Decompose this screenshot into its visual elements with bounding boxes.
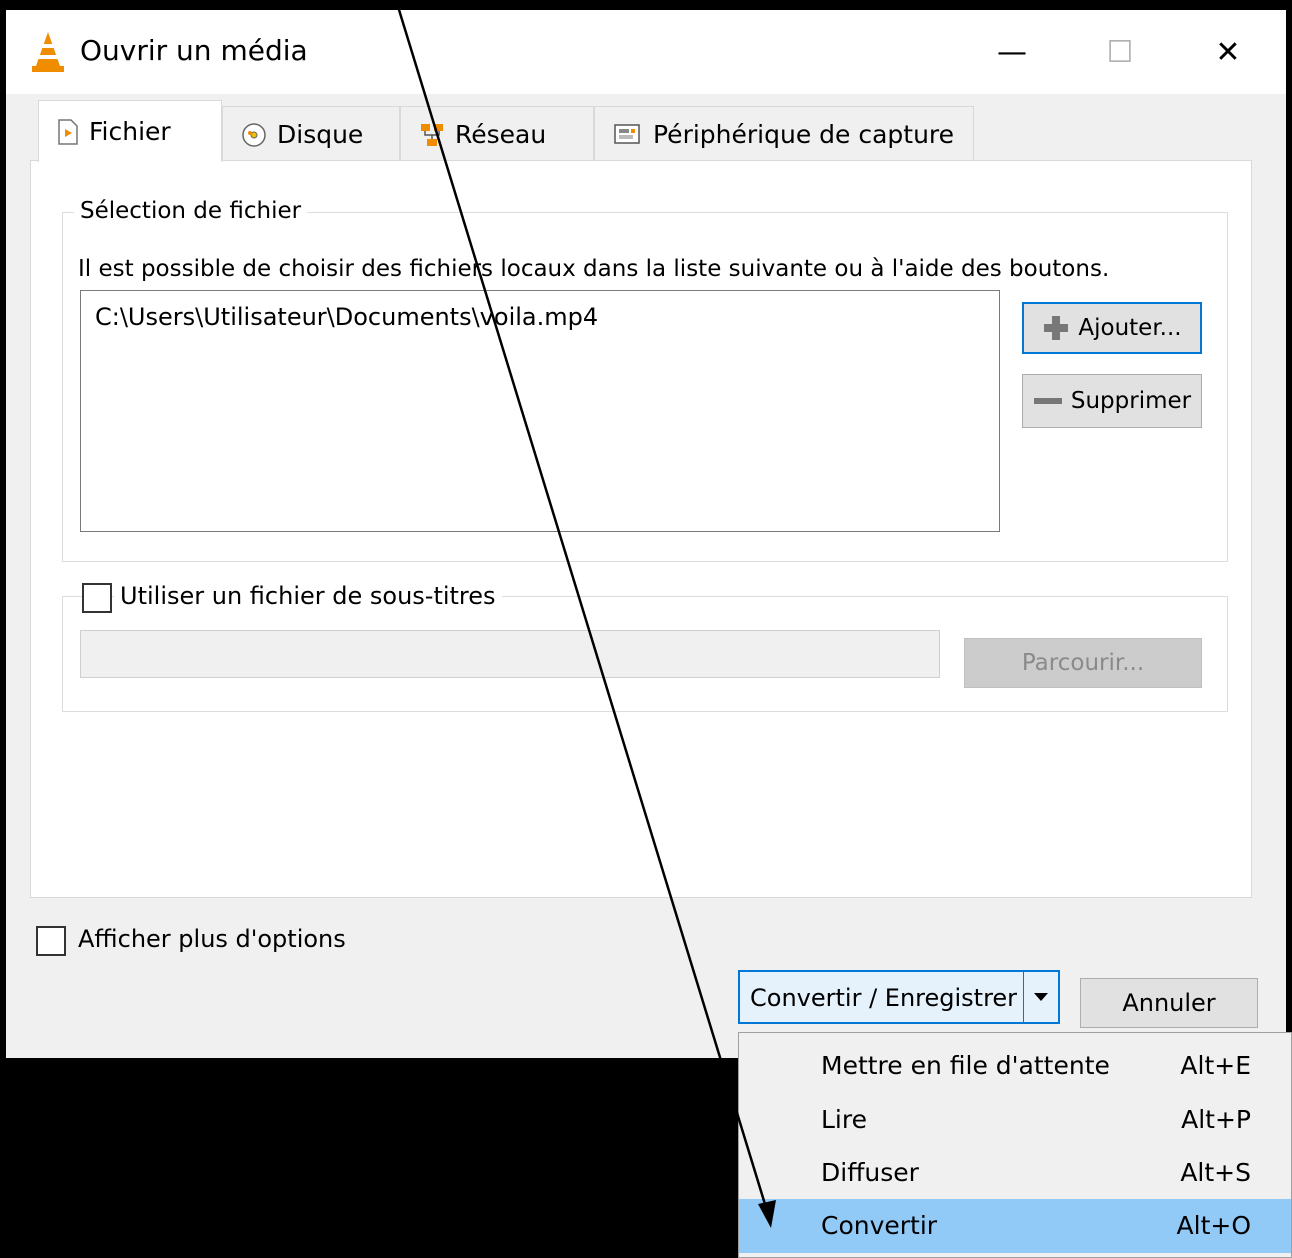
tab-label: Périphérique de capture [653,120,955,149]
vlc-cone-icon [32,32,64,72]
browse-button: Parcourir... [964,638,1202,688]
subtitles-path-input [80,630,940,678]
close-button[interactable]: ✕ [1188,22,1268,82]
convert-save-label: Convertir / Enregistrer [750,984,1018,1012]
tab-label: Fichier [89,117,171,146]
add-file-label: Ajouter... [1078,315,1182,341]
maximize-button[interactable]: ☐ [1080,22,1160,82]
remove-file-label: Supprimer [1070,388,1192,414]
subtitles-checkbox[interactable] [82,583,112,613]
tab-label: Disque [277,120,364,149]
disc-icon [242,122,266,147]
menu-item-label: Convertir [821,1211,938,1240]
network-icon [421,123,443,146]
tab-label: Réseau [455,120,547,149]
menu-item-convert[interactable]: Convertir Alt+O [739,1199,1291,1253]
remove-file-button[interactable]: Supprimer [1022,374,1202,428]
add-file-button[interactable]: Ajouter... [1022,302,1202,354]
file-selection-description: Il est possible de choisir des fichiers … [78,256,1110,282]
title-bar: Ouvrir un média — ☐ ✕ [6,10,1286,94]
file-selection-legend: Sélection de fichier [74,198,308,224]
tab-disc[interactable]: Disque [222,106,400,162]
subtitles-checkbox-label: Utiliser un fichier de sous-titres [114,582,502,610]
more-options-label: Afficher plus d'options [78,925,346,953]
tab-file[interactable]: Fichier [38,100,222,162]
menu-item-shortcut: Alt+E [1180,1051,1251,1080]
window-title: Ouvrir un média [80,34,308,67]
minimize-button[interactable]: — [972,22,1052,82]
cancel-button[interactable]: Annuler [1080,978,1258,1028]
menu-item-shortcut: Alt+S [1180,1158,1251,1187]
menu-item-enqueue[interactable]: Mettre en file d'attente Alt+E [739,1039,1291,1091]
list-item[interactable]: C:\Users\Utilisateur\Documents\voila.mp4 [95,303,598,331]
file-list[interactable]: C:\Users\Utilisateur\Documents\voila.mp4 [80,290,1000,532]
tab-network[interactable]: Réseau [400,106,594,162]
chevron-down-icon [1034,993,1048,1001]
more-options-checkbox[interactable] [36,926,66,956]
menu-item-label: Mettre en file d'attente [821,1051,1110,1080]
menu-item-shortcut: Alt+O [1176,1211,1251,1240]
menu-item-shortcut: Alt+P [1181,1105,1251,1134]
menu-item-label: Lire [821,1105,867,1134]
convert-save-button[interactable]: Convertir / Enregistrer [738,970,1060,1024]
convert-options-menu: Mettre en file d'attente Alt+E Lire Alt+… [738,1032,1292,1258]
minus-icon [1033,398,1062,404]
menu-item-label: Diffuser [821,1158,919,1187]
dropdown-arrow-button[interactable] [1023,972,1058,1022]
menu-item-stream[interactable]: Diffuser Alt+S [739,1146,1291,1198]
capture-device-icon [614,123,640,144]
tab-capture-device[interactable]: Périphérique de capture [594,106,974,162]
file-play-icon [58,118,78,145]
plus-icon [1044,316,1069,340]
menu-item-play[interactable]: Lire Alt+P [739,1093,1291,1145]
